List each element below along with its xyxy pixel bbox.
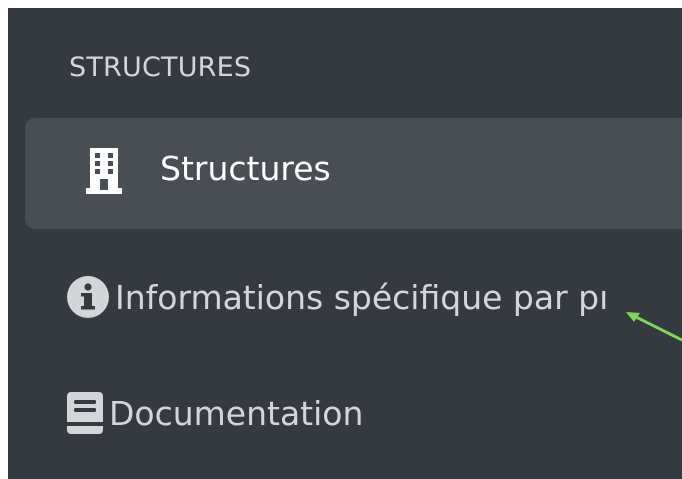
sidebar-item-label: Informations spécifique par pı — [115, 277, 609, 317]
sidebar-item-label: Structures — [160, 149, 331, 188]
book-icon — [65, 390, 105, 436]
sidebar-item-informations[interactable]: Informations spécifique par pı — [65, 272, 682, 322]
sidebar: STRUCTURES Structures Informations spéci… — [8, 8, 682, 479]
building-icon — [83, 148, 125, 194]
info-circle-icon — [65, 274, 111, 320]
sidebar-item-documentation[interactable]: Documentation — [65, 388, 682, 438]
sidebar-item-structures[interactable]: Structures — [25, 118, 682, 229]
sidebar-item-label: Documentation — [109, 393, 364, 433]
sidebar-section-header: STRUCTURES — [69, 52, 252, 83]
